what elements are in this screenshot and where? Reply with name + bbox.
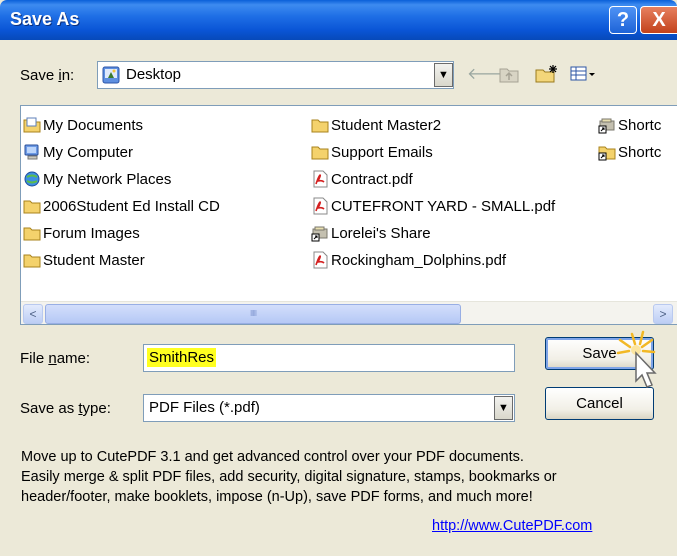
close-button[interactable]: X [640, 6, 677, 34]
save-in-dropdown-arrow[interactable]: ▼ [434, 63, 453, 87]
help-button[interactable]: ? [609, 6, 637, 34]
list-item[interactable]: CUTEFRONT YARD - SMALL.pdf [311, 195, 555, 217]
file-list[interactable]: My Documents My Computer My Network Plac… [20, 105, 677, 325]
shortcut-icon [598, 118, 615, 134]
folder-icon [311, 146, 329, 160]
shortcut-icon [311, 226, 328, 242]
mouse-cursor-icon [616, 330, 657, 388]
computer-icon [24, 144, 39, 160]
list-item[interactable]: Contract.pdf [311, 168, 413, 190]
list-item[interactable]: Shortc [598, 114, 661, 136]
list-item[interactable]: My Computer [23, 141, 133, 163]
back-arrow-icon[interactable]: 🡐 [467, 64, 510, 86]
save-in-value: Desktop [126, 66, 182, 83]
scroll-thumb[interactable]: IIIII [45, 304, 461, 324]
file-name-value: SmithRes [147, 348, 217, 367]
promo-text: Move up to CutePDF 3.1 and get advanced … [21, 449, 557, 505]
pdf-icon [313, 170, 328, 188]
save-as-type-dropdown[interactable]: PDF Files (*.pdf) [143, 394, 515, 422]
folder-icon [23, 254, 41, 268]
folder-icon [311, 119, 329, 133]
desktop-icon [102, 66, 120, 84]
list-item[interactable]: Student Master2 [311, 114, 441, 136]
list-item[interactable]: Lorelei's Share [311, 222, 431, 244]
list-item[interactable]: My Network Places [23, 168, 171, 190]
list-item[interactable]: 2006Student Ed Install CD [23, 195, 220, 217]
save-in-dropdown[interactable]: Desktop [97, 61, 454, 89]
pdf-icon [313, 197, 328, 215]
pdf-icon [313, 251, 328, 269]
views-menu-icon[interactable] [570, 64, 595, 86]
up-folder-icon[interactable] [497, 64, 521, 86]
title-bar[interactable]: Save As ? X [0, 0, 677, 40]
save-as-type-value: PDF Files (*.pdf) [149, 399, 260, 416]
scroll-right-button[interactable]: > [653, 304, 673, 324]
horizontal-scrollbar[interactable]: < IIIII > [21, 301, 677, 324]
window-title: Save As [10, 9, 80, 29]
save-as-dialog: Save As ? X Save in: Desktop ▼ 🡐 My Docu… [0, 0, 677, 556]
list-item[interactable]: Shortc [598, 141, 661, 163]
list-item[interactable]: My Documents [23, 114, 143, 136]
list-item[interactable]: Rockingham_Dolphins.pdf [311, 249, 506, 271]
scroll-left-button[interactable]: < [23, 304, 43, 324]
save-as-type-label: Save as type: [20, 400, 111, 417]
my-documents-icon [23, 117, 41, 133]
save-in-label: Save in: [20, 67, 75, 84]
folder-icon [23, 227, 41, 241]
new-folder-icon[interactable] [535, 64, 559, 86]
list-item[interactable]: Student Master [23, 249, 145, 271]
network-icon [24, 171, 40, 187]
cutepdf-link[interactable]: http://www.CutePDF.com [432, 518, 592, 534]
folder-shortcut-icon [598, 146, 616, 161]
list-item[interactable]: Support Emails [311, 141, 433, 163]
file-name-label: File name: [20, 350, 91, 367]
folder-icon [23, 200, 41, 214]
list-item[interactable]: Forum Images [23, 222, 140, 244]
file-name-input[interactable]: SmithRes [143, 344, 515, 372]
save-as-type-dropdown-arrow[interactable]: ▼ [494, 396, 513, 420]
